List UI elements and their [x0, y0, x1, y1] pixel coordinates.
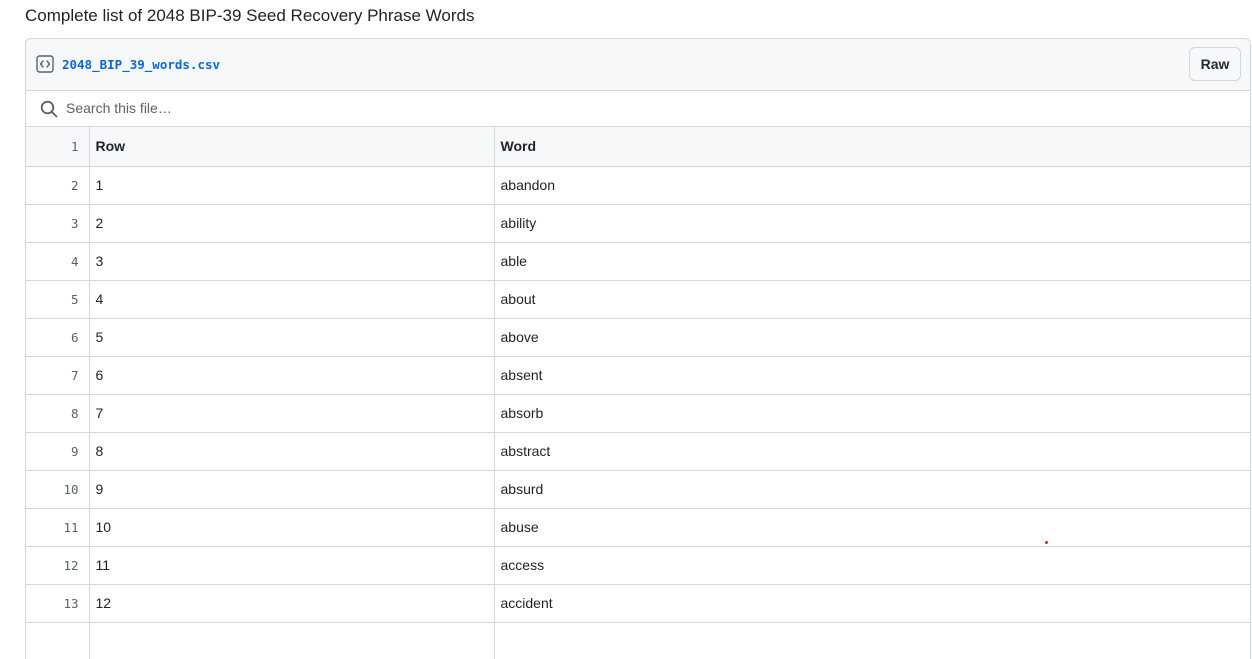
search-input[interactable]	[66, 95, 666, 121]
cell-word: absorb	[494, 394, 1250, 433]
file-name-link[interactable]: 2048_BIP_39_words.csv	[62, 56, 220, 74]
search-bar	[26, 91, 1250, 127]
line-number[interactable]: 4	[26, 242, 90, 281]
table-row: 3 2 ability	[26, 204, 1250, 243]
table-row: 8 7 absorb	[26, 394, 1250, 433]
cell-word: absurd	[494, 470, 1250, 509]
line-number[interactable]: 8	[26, 394, 90, 433]
table-header-row: 1 Row Word	[26, 127, 1250, 167]
file-viewer: 2048_BIP_39_words.csv Raw 1 Row Word 21a…	[25, 38, 1251, 659]
line-number[interactable]: 5	[26, 280, 90, 319]
line-number[interactable]: 13	[26, 584, 90, 623]
table-row: 2 1 abandon	[26, 166, 1250, 205]
cell-row-number: 5	[89, 318, 495, 357]
table-row: 5 4 about	[26, 280, 1250, 319]
cell-row-number: 6	[89, 356, 495, 395]
column-header-word: Word	[494, 127, 1250, 167]
cell-row-number: 3	[89, 242, 495, 281]
cell-word: abandon	[494, 166, 1250, 205]
line-number[interactable]: 1	[26, 127, 90, 167]
cell-row-number: 12	[89, 584, 495, 623]
cell-row-number: 9	[89, 470, 495, 509]
cell-word: absent	[494, 356, 1250, 395]
cell-row-number: 1	[89, 166, 495, 205]
table-row: 12 11 access	[26, 546, 1250, 585]
line-number[interactable]: 6	[26, 318, 90, 357]
line-number[interactable]: 9	[26, 432, 90, 471]
table-row: 9 8 abstract	[26, 432, 1250, 471]
line-number[interactable]: 2	[26, 166, 90, 205]
csv-table: 1 Row Word 2 1 abandon 3 2 ability 4 3 able 5 4 abo…	[26, 127, 1250, 659]
table-row: 6 5 above	[26, 318, 1250, 357]
line-number[interactable]: 10	[26, 470, 90, 509]
search-icon	[40, 100, 58, 118]
cell-row-number: 11	[89, 546, 495, 585]
cell-row-number: 10	[89, 508, 495, 547]
cell-row-number: 4	[89, 280, 495, 319]
cell-word: abstract	[494, 432, 1250, 471]
cell-word	[494, 622, 1250, 659]
cell-word: about	[494, 280, 1250, 319]
page-title: Complete list of 2048 BIP-39 Seed Recove…	[25, 6, 475, 25]
code-icon	[36, 55, 54, 73]
table-row: 13 12 accident	[26, 584, 1250, 623]
cell-word: access	[494, 546, 1250, 585]
cell-row-number: 7	[89, 394, 495, 433]
table-row: 11 10 abuse	[26, 508, 1250, 547]
line-number[interactable]: 7	[26, 356, 90, 395]
table-row: 7 6 absent	[26, 356, 1250, 395]
line-number[interactable]: 11	[26, 508, 90, 547]
line-number[interactable]: 12	[26, 546, 90, 585]
cell-row-number	[89, 622, 495, 659]
cell-word: able	[494, 242, 1250, 281]
cell-row-number: 2	[89, 204, 495, 243]
table-row: 10 9 absurd	[26, 470, 1250, 509]
cell-word: accident	[494, 584, 1250, 623]
cell-row-number: 8	[89, 432, 495, 471]
table-row	[26, 622, 1250, 659]
line-number[interactable]: 3	[26, 204, 90, 243]
cell-word: above	[494, 318, 1250, 357]
red-dot-marker	[1045, 541, 1048, 544]
raw-button[interactable]: Raw	[1189, 47, 1241, 81]
cell-word: ability	[494, 204, 1250, 243]
cell-word: abuse	[494, 508, 1250, 547]
line-number[interactable]	[26, 622, 90, 659]
file-header: 2048_BIP_39_words.csv Raw	[26, 39, 1250, 91]
table-row: 4 3 able	[26, 242, 1250, 281]
column-header-row: Row	[89, 127, 495, 167]
